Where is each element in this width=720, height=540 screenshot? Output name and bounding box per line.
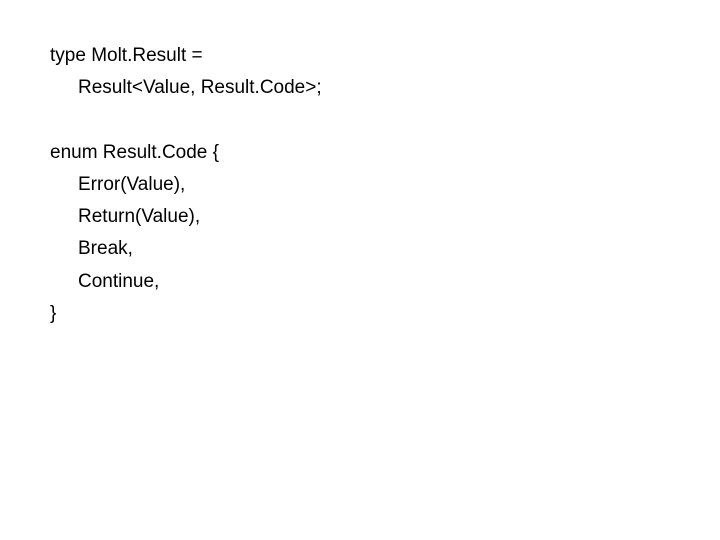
- code-line-typedef-body: Result<Value, Result.Code>;: [50, 72, 720, 104]
- code-line-enum-continue: Continue,: [50, 266, 720, 298]
- code-line-typedef: type Molt.Result =: [50, 40, 720, 72]
- code-line-enum-close: }: [50, 298, 720, 330]
- code-line-enum-open: enum Result.Code {: [50, 137, 720, 169]
- code-line-enum-error: Error(Value),: [50, 169, 720, 201]
- blank-line: [50, 105, 720, 137]
- code-line-enum-return: Return(Value),: [50, 201, 720, 233]
- code-line-enum-break: Break,: [50, 233, 720, 265]
